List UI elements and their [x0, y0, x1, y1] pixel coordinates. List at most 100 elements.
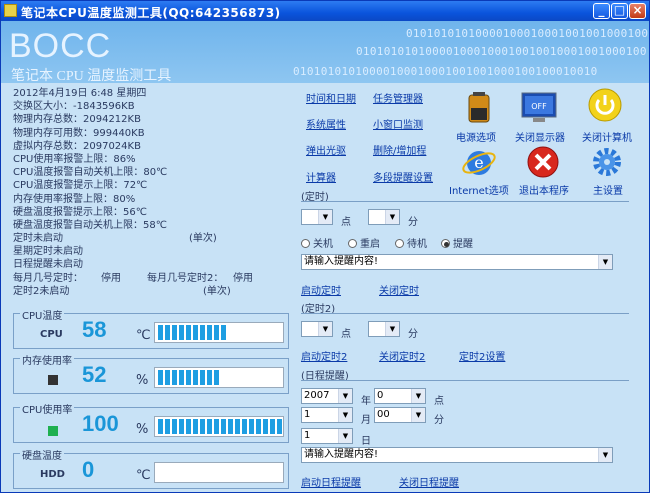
gauge-segment	[214, 419, 219, 434]
radio-button-selected[interactable]	[441, 239, 450, 248]
timer-mode-text: (单次)	[189, 233, 217, 245]
gauge-segment	[165, 325, 170, 340]
gear-icon[interactable]	[589, 145, 625, 177]
internet-explorer-icon[interactable]: e	[461, 145, 497, 177]
cpu-usage-gauge: CPU使用率 100 %	[13, 401, 289, 443]
add-remove-programs-link[interactable]: 删除/增加程	[373, 142, 426, 157]
chevron-down-icon: ▼	[338, 389, 352, 403]
start-timer-link[interactable]: 启动定时	[301, 282, 341, 297]
monthly-timer2-label: 每月几号定时2：	[147, 272, 224, 284]
radio-reminder[interactable]: 提醒	[441, 235, 473, 250]
power-button-icon[interactable]	[587, 87, 623, 122]
hour-label: 点	[341, 217, 351, 228]
radio-restart[interactable]: 重启	[348, 235, 380, 250]
exit-icon[interactable]	[525, 145, 561, 178]
gauge-segment	[158, 419, 163, 434]
radio-button[interactable]	[301, 239, 310, 248]
gauge-label: HDD	[40, 469, 65, 480]
eject-cd-link[interactable]: 弹出光驱	[306, 142, 346, 157]
monthly-timer2-value: 停用	[233, 272, 253, 284]
stop-schedule-link[interactable]: 关闭日程提醒	[399, 474, 459, 489]
binary-decoration: 0101010101000010001000100100100010010001…	[356, 45, 647, 58]
chevron-down-icon: ▼	[385, 322, 399, 336]
window-title: 笔记本CPU温度监测工具(QQ:642356873)	[21, 6, 281, 20]
phys-mem-total-text: 物理内存总数：2094212KB	[13, 114, 141, 126]
divider	[301, 201, 629, 202]
calculator-link[interactable]: 计算器	[306, 169, 336, 184]
gauge-bar	[154, 416, 284, 437]
schedule-minute-select[interactable]: 00 ▼	[374, 407, 426, 423]
gauge-unit: %	[136, 373, 149, 388]
shutdown-computer-button[interactable]: 关闭计算机	[582, 129, 632, 144]
swap-size-text: 交换区大小：-1843596KB	[13, 101, 135, 113]
timer-status: 定时未启动 (单次)	[13, 232, 293, 245]
day-select[interactable]: 1 ▼	[301, 428, 353, 444]
battery-icon[interactable]	[461, 92, 497, 124]
monitor-off-text: OFF	[531, 102, 547, 111]
phys-mem-avail-text: 物理内存可用数：999440KB	[13, 127, 145, 139]
gauge-label: CPU	[40, 329, 63, 340]
start-timer2-link[interactable]: 启动定时2	[301, 348, 347, 363]
monthly-timer-label: 每月几号定时：	[13, 272, 83, 284]
gauge-value: 100	[82, 411, 119, 436]
gauge-segment	[172, 325, 177, 340]
app-icon	[4, 4, 17, 17]
title-bar[interactable]: 笔记本CPU温度监测工具(QQ:642356873) _ □ ×	[1, 1, 649, 21]
timer-hour-select[interactable]: ▼	[301, 209, 333, 225]
system-properties-link[interactable]: 系统属性	[306, 116, 346, 131]
banner: BOCC 笔记本 CPU 温度监测工具 01010101010000100010…	[1, 21, 649, 83]
time-date-link[interactable]: 时间和日期	[306, 90, 356, 105]
exit-program-button[interactable]: 退出本程序	[519, 182, 569, 197]
gauge-segment	[256, 419, 261, 434]
gauge-segment	[165, 370, 170, 385]
radio-shutdown[interactable]: 关机	[301, 235, 333, 250]
start-schedule-link[interactable]: 启动日程提醒	[301, 474, 361, 489]
minute-label: 分	[408, 217, 418, 228]
gauge-value: 58	[82, 317, 107, 342]
stop-timer2-link[interactable]: 关闭定时2	[379, 348, 425, 363]
radio-standby[interactable]: 待机	[395, 235, 427, 250]
mem-usage-alarm-text: 内存使用率报警上限：80%	[13, 193, 136, 205]
gauge-segment	[263, 419, 268, 434]
monitor-icon[interactable]: OFF	[521, 92, 557, 124]
gauge-segment	[179, 325, 184, 340]
month-select[interactable]: 1 ▼	[301, 407, 353, 423]
timer2-settings-link[interactable]: 定时2设置	[459, 348, 505, 363]
schedule-reminder-input[interactable]: 请输入提醒内容! ▼	[301, 447, 613, 463]
task-manager-link[interactable]: 任务管理器	[373, 90, 423, 105]
timer-reminder-input[interactable]: 请输入提醒内容! ▼	[301, 254, 613, 270]
multi-reminder-link[interactable]: 多段提醒设置	[373, 169, 433, 184]
chevron-down-icon: ▼	[318, 322, 332, 336]
gauge-segment	[242, 419, 247, 434]
binary-decoration: 0101010101000010001000100100100010010001	[406, 27, 649, 40]
mini-monitor-link[interactable]: 小窗口监测	[373, 116, 423, 131]
turn-off-display-button[interactable]: 关闭显示器	[515, 129, 565, 144]
minimize-button[interactable]: _	[593, 3, 610, 19]
schedule-hour-select[interactable]: 0 ▼	[374, 388, 426, 404]
info-panel: 2012年4月19日 6:48 星期四 交换区大小：-1843596KB 物理内…	[13, 87, 293, 298]
gauge-segment	[193, 419, 198, 434]
radio-button[interactable]	[395, 239, 404, 248]
gauge-segment	[179, 370, 184, 385]
main-settings-button[interactable]: 主设置	[593, 182, 623, 197]
week-timer-status: 星期定时未启动	[13, 246, 83, 258]
gauge-segment	[200, 419, 205, 434]
internet-options-button[interactable]: Internet选项	[449, 182, 509, 197]
gauge-segment	[207, 370, 212, 385]
timer-minute-select[interactable]: ▼	[368, 209, 400, 225]
gauge-unit: ℃	[136, 468, 151, 483]
cpu-temp-gauge: CPU温度 CPU 58 ℃	[13, 307, 289, 349]
gauge-unit: %	[136, 422, 149, 437]
stop-timer-link[interactable]: 关闭定时	[379, 282, 419, 297]
cpu-temp-alarm-text: CPU温度报警提示上限：72℃	[13, 180, 148, 192]
radio-button[interactable]	[348, 239, 357, 248]
year-select[interactable]: 2007 ▼	[301, 388, 353, 404]
timer2-hour-select[interactable]: ▼	[301, 321, 333, 337]
maximize-button[interactable]: □	[611, 3, 628, 19]
gauge-unit: ℃	[136, 328, 151, 343]
power-options-button[interactable]: 电源选项	[456, 129, 496, 144]
close-button[interactable]: ×	[629, 3, 646, 19]
divider	[301, 313, 629, 314]
timer2-minute-select[interactable]: ▼	[368, 321, 400, 337]
gauge-segment	[172, 419, 177, 434]
